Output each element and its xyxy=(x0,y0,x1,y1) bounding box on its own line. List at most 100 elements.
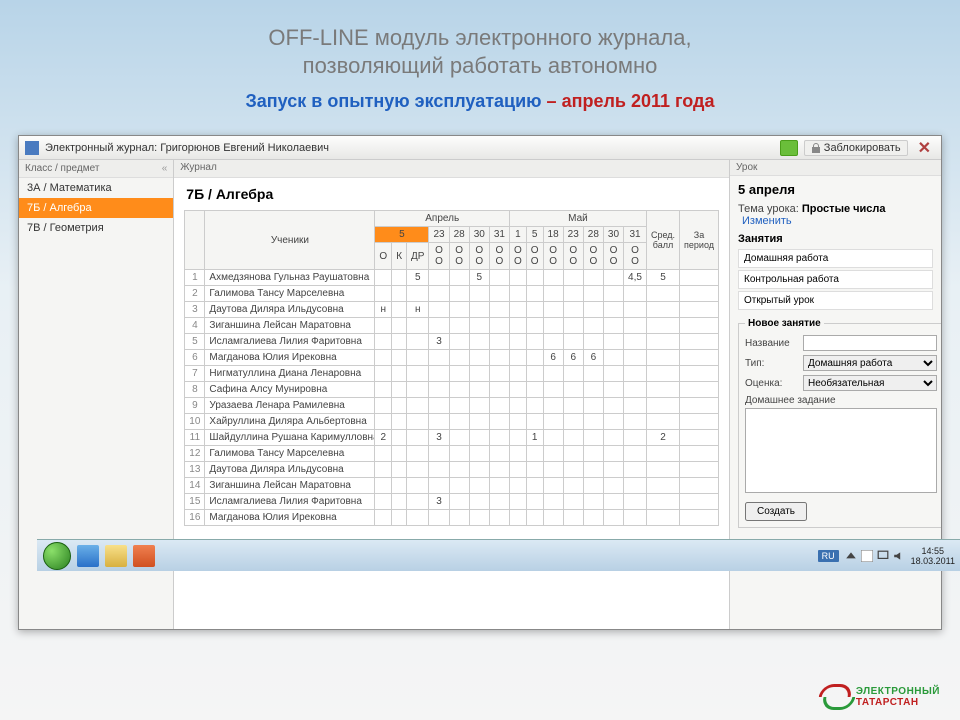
grade-cell[interactable] xyxy=(563,366,583,382)
grade-cell[interactable] xyxy=(624,398,647,414)
grade-cell[interactable] xyxy=(392,478,407,494)
grade-cell[interactable] xyxy=(583,446,603,462)
grade-cell[interactable] xyxy=(603,334,623,350)
grade-cell[interactable] xyxy=(429,302,449,318)
grade-cell[interactable] xyxy=(526,494,543,510)
grade-cell[interactable] xyxy=(526,318,543,334)
grade-cell[interactable] xyxy=(563,334,583,350)
grade-cell[interactable] xyxy=(469,366,489,382)
grade-cell[interactable] xyxy=(489,334,509,350)
grade-cell[interactable] xyxy=(583,510,603,526)
grade-cell[interactable] xyxy=(392,270,407,286)
activity-name-input[interactable] xyxy=(803,335,937,351)
grade-cell[interactable] xyxy=(583,270,603,286)
grade-cell[interactable] xyxy=(489,414,509,430)
grade-cell[interactable] xyxy=(449,366,469,382)
grade-cell[interactable] xyxy=(469,510,489,526)
grade-cell[interactable] xyxy=(509,270,526,286)
grade-cell[interactable] xyxy=(526,398,543,414)
grade-cell[interactable] xyxy=(543,398,563,414)
grade-cell[interactable] xyxy=(407,382,429,398)
grade-cell[interactable] xyxy=(680,430,719,446)
grade-cell[interactable] xyxy=(624,382,647,398)
grade-cell[interactable] xyxy=(449,334,469,350)
grade-cell[interactable] xyxy=(624,494,647,510)
grade-cell[interactable] xyxy=(624,350,647,366)
grade-cell[interactable] xyxy=(680,350,719,366)
grade-cell[interactable] xyxy=(392,446,407,462)
grade-cell[interactable] xyxy=(407,430,429,446)
grade-cell[interactable]: 3 xyxy=(429,334,449,350)
activity-grade-select[interactable]: Необязательная xyxy=(803,375,937,391)
grade-cell[interactable] xyxy=(375,270,392,286)
grade-cell[interactable] xyxy=(526,334,543,350)
grade-cell[interactable] xyxy=(603,350,623,366)
grade-cell[interactable] xyxy=(543,334,563,350)
grade-cell[interactable] xyxy=(646,446,679,462)
activity-item-2[interactable]: Открытый урок xyxy=(738,291,933,310)
grade-cell[interactable] xyxy=(469,478,489,494)
homework-textarea[interactable] xyxy=(745,408,937,493)
grade-cell[interactable] xyxy=(543,302,563,318)
language-indicator[interactable]: RU xyxy=(818,550,839,562)
grade-cell[interactable] xyxy=(526,286,543,302)
grade-cell[interactable] xyxy=(603,382,623,398)
grade-cell[interactable] xyxy=(563,382,583,398)
grade-cell[interactable] xyxy=(603,478,623,494)
grade-cell[interactable] xyxy=(375,350,392,366)
grade-cell[interactable] xyxy=(375,398,392,414)
grade-cell[interactable] xyxy=(407,398,429,414)
grade-cell[interactable] xyxy=(392,510,407,526)
grade-cell[interactable] xyxy=(563,286,583,302)
grade-cell[interactable] xyxy=(583,462,603,478)
taskbar-ie-icon[interactable] xyxy=(77,545,99,567)
grade-cell[interactable] xyxy=(509,414,526,430)
grade-cell[interactable] xyxy=(392,366,407,382)
grade-cell[interactable] xyxy=(646,414,679,430)
grade-cell[interactable] xyxy=(583,398,603,414)
grade-cell[interactable] xyxy=(583,494,603,510)
grade-cell[interactable] xyxy=(509,302,526,318)
grade-cell[interactable] xyxy=(543,286,563,302)
grade-cell[interactable] xyxy=(469,430,489,446)
grade-cell[interactable] xyxy=(583,382,603,398)
grade-cell[interactable] xyxy=(646,462,679,478)
grade-cell[interactable] xyxy=(489,462,509,478)
grade-cell[interactable] xyxy=(583,334,603,350)
grade-cell[interactable] xyxy=(680,414,719,430)
grade-cell[interactable] xyxy=(375,382,392,398)
grade-cell[interactable] xyxy=(563,446,583,462)
grade-cell[interactable] xyxy=(407,414,429,430)
grade-cell[interactable] xyxy=(429,382,449,398)
grade-cell[interactable] xyxy=(563,462,583,478)
grade-cell[interactable] xyxy=(543,462,563,478)
grade-cell[interactable] xyxy=(489,510,509,526)
grade-cell[interactable] xyxy=(680,462,719,478)
grade-cell[interactable] xyxy=(646,318,679,334)
activity-type-select[interactable]: Домашняя работа xyxy=(803,355,937,371)
grade-cell[interactable] xyxy=(563,430,583,446)
grade-cell[interactable] xyxy=(603,366,623,382)
grade-cell[interactable] xyxy=(583,318,603,334)
change-topic-link[interactable]: Изменить xyxy=(742,215,792,227)
grade-cell[interactable] xyxy=(429,398,449,414)
grade-cell[interactable] xyxy=(392,318,407,334)
grade-cell[interactable] xyxy=(583,302,603,318)
grade-cell[interactable] xyxy=(543,366,563,382)
grade-cell[interactable] xyxy=(563,414,583,430)
grade-cell[interactable] xyxy=(375,414,392,430)
grade-cell[interactable] xyxy=(526,478,543,494)
grade-cell[interactable] xyxy=(375,462,392,478)
grade-cell[interactable] xyxy=(429,270,449,286)
grade-cell[interactable] xyxy=(489,398,509,414)
grade-cell[interactable] xyxy=(583,478,603,494)
grade-cell[interactable] xyxy=(469,318,489,334)
grade-cell[interactable] xyxy=(563,478,583,494)
grade-cell[interactable] xyxy=(509,350,526,366)
grade-cell[interactable] xyxy=(407,494,429,510)
grade-cell[interactable] xyxy=(407,510,429,526)
grade-cell[interactable] xyxy=(469,398,489,414)
grade-cell[interactable] xyxy=(449,350,469,366)
grade-cell[interactable] xyxy=(603,302,623,318)
grade-cell[interactable] xyxy=(543,414,563,430)
